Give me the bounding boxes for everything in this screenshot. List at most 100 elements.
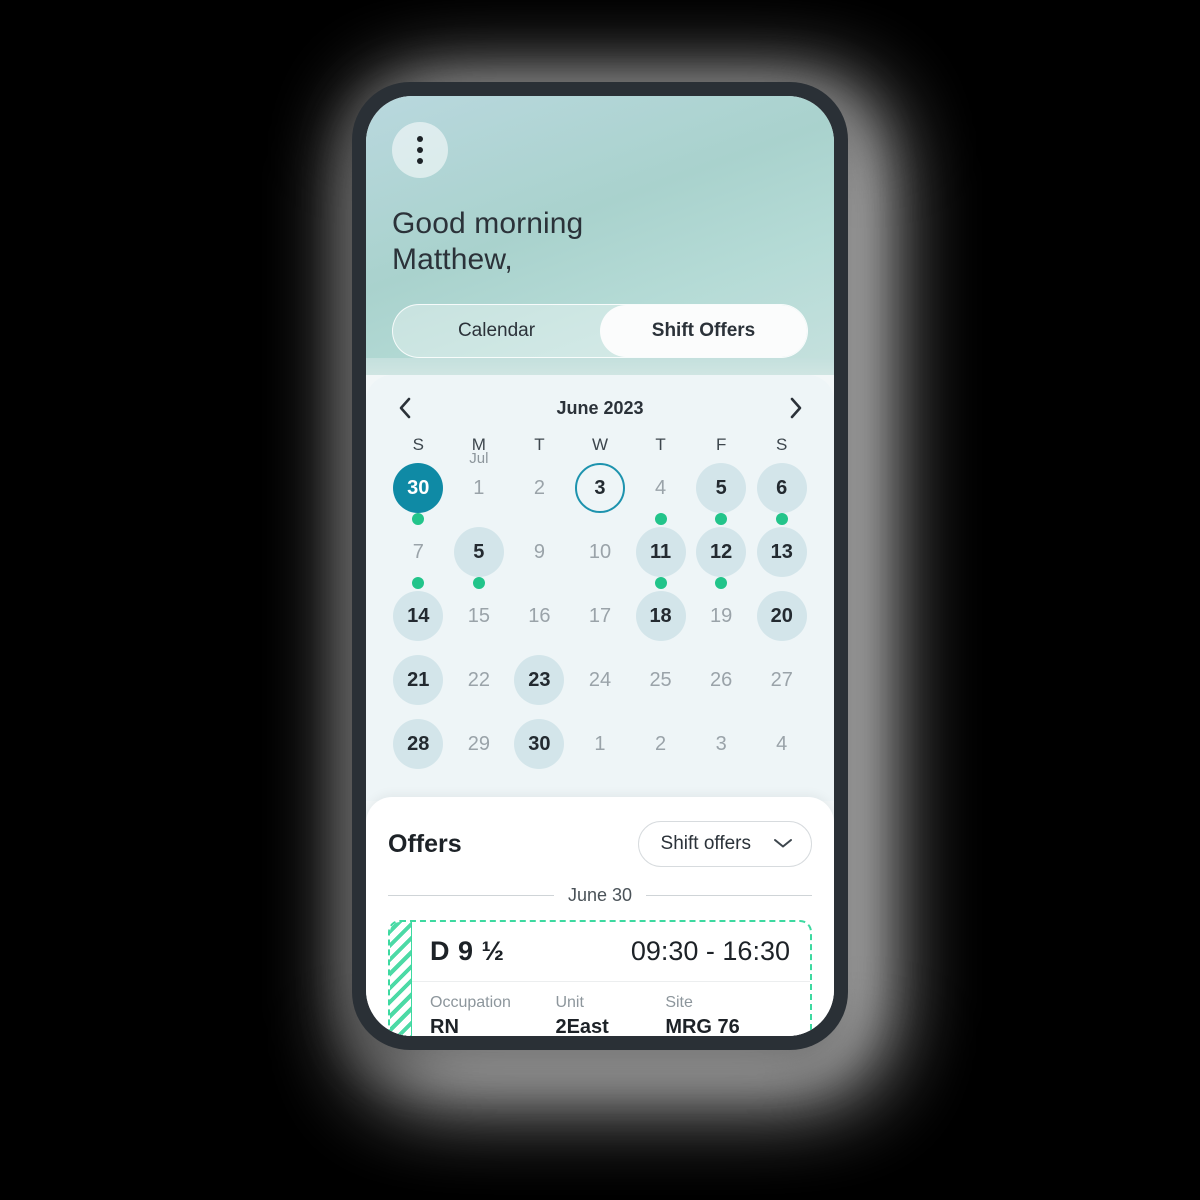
calendar-grid: 30 Jul 1 2 3 4 5 6 7 5 9 10 11 12 13 14 15 16 17 18 19 20 21 22… [388,450,812,783]
offer-unit-label: Unit [555,994,584,1012]
calendar-day-cell[interactable]: 21 [388,655,449,719]
calendar-day-cell[interactable]: 25 [630,655,691,719]
date-separator: June 30 [366,885,834,906]
calendar-day-event-dot [412,513,425,526]
calendar-day-cell[interactable]: 13 [751,527,812,591]
offer-site-value: MRG 76 [665,1016,740,1036]
weekday-label: T [655,435,666,455]
calendar-day-number: 26 [710,668,733,691]
offer-card-body: D 9 ½ 09:30 - 16:30 Occupation RN Unit 2… [390,922,810,1036]
greeting-line-2: Matthew, [392,243,513,276]
calendar-day-cell[interactable]: 5 [449,527,510,591]
calendar-day-cell[interactable]: 28 [388,719,449,783]
calendar-day-cell[interactable]: 4 [751,719,812,783]
calendar-day-cell[interactable]: 30 [388,463,449,527]
calendar-day-cell[interactable]: 15 [449,591,510,655]
calendar-day-cell[interactable]: 9 [509,527,570,591]
offer-unit-value: 2East [555,1016,609,1036]
weekday-header-row: SMTWTFS [388,431,812,463]
calendar-day-number: 30 [393,463,444,526]
calendar-day-number: 15 [467,604,490,627]
calendar-day-event-dot [654,513,667,526]
calendar-day-cell[interactable]: 1 [570,719,631,783]
calendar-week-row: 21 22 23 24 25 26 27 [388,655,812,719]
offers-title: Offers [388,829,462,858]
calendar-day-cell[interactable]: Jul 1 [449,450,510,527]
calendar-day-number: 27 [770,668,793,691]
calendar-day-cell[interactable]: 3 [691,719,752,783]
calendar-day-cell[interactable]: 26 [691,655,752,719]
kebab-menu-icon[interactable] [392,122,448,178]
calendar-day-number: 19 [710,604,733,627]
calendar-day-cell[interactable]: 18 [630,591,691,655]
chevron-down-icon [773,833,793,855]
tab-calendar[interactable]: Calendar [393,305,600,357]
offer-occupation-value: RN [430,1016,459,1036]
app-header: Good morning Matthew, Calendar Shift Off… [366,96,834,358]
calendar-day-cell[interactable]: 2 [630,719,691,783]
calendar-day-cell[interactable]: 3 [570,463,631,527]
weekday-label: F [715,435,727,455]
calendar-day-cell[interactable]: 20 [751,591,812,655]
calendar-day-cell[interactable]: 5 [691,463,752,527]
offers-filter-value: Shift offers [660,833,751,855]
calendar-day-cell[interactable]: 6 [751,463,812,527]
calendar-day-cell[interactable]: 11 [630,527,691,591]
calendar-day-cell[interactable]: 2 [509,463,570,527]
calendar-day-number: 7 [393,527,443,590]
calendar-day-number: 21 [393,655,444,706]
phone-screen: Good morning Matthew, Calendar Shift Off… [366,96,834,1036]
calendar-day-number: 3 [715,732,727,755]
calendar-card: June 2023 SMTWTFS 30 Jul 1 2 3 4 5 6 7 5 9 10 11 12 13… [366,375,834,802]
calendar-day-cell[interactable]: 19 [691,591,752,655]
offers-sheet: Offers Shift offers June 30 D 9 ½ 09:30 … [366,797,834,1036]
kebab-dot-3 [417,158,423,164]
chevron-left-icon[interactable] [392,395,418,421]
calendar-week-row: 30 Jul 1 2 3 4 5 6 [388,450,812,527]
offer-shift-code: D 9 ½ [430,936,505,967]
calendar-day-cell[interactable]: 10 [570,527,631,591]
calendar-day-number: 22 [467,668,490,691]
separator-line-left [388,895,554,897]
calendar-week-row: 14 15 16 17 18 19 20 [388,591,812,655]
calendar-day-cell[interactable]: 22 [449,655,510,719]
offers-header: Offers Shift offers [366,807,834,883]
calendar-day-number: 29 [467,732,490,755]
calendar-day-cell[interactable]: 17 [570,591,631,655]
offer-card[interactable]: D 9 ½ 09:30 - 16:30 Occupation RN Unit 2… [388,920,812,1036]
offers-filter-dropdown[interactable]: Shift offers [637,821,812,868]
calendar-day-cell[interactable]: 29 [449,719,510,783]
calendar-day-number: 24 [588,668,612,691]
calendar-day-number: 3 [574,463,625,514]
kebab-dot-1 [417,136,423,142]
weekday-label: T [534,435,545,455]
calendar-day-cell[interactable]: 23 [509,655,570,719]
calendar-day-cell[interactable]: 27 [751,655,812,719]
calendar-day-cell[interactable]: 30 [509,719,570,783]
offer-stripe-indicator [390,922,412,1036]
segmented-tabs: Calendar Shift Offers [392,304,808,358]
calendar-day-cell[interactable]: 12 [691,527,752,591]
greeting-line-1: Good morning [392,207,584,240]
screenshot-stage: Good morning Matthew, Calendar Shift Off… [0,0,1200,1200]
calendar-day-number: 16 [528,604,551,627]
offer-time-range: 09:30 - 16:30 [630,936,790,967]
calendar-day-event-dot [412,577,425,590]
calendar-day-cell[interactable]: 4 [630,463,691,527]
tab-shift-offers[interactable]: Shift Offers [600,305,807,357]
calendar-week-row: 7 5 9 10 11 12 13 [388,527,812,591]
calendar-day-cell[interactable]: 24 [570,655,631,719]
calendar-day-cell[interactable]: 14 [388,591,449,655]
calendar-day-number: 2 [533,476,545,499]
calendar-month-title: June 2023 [556,397,644,418]
calendar-day-event-dot [715,577,728,590]
calendar-day-event-dot [775,513,788,526]
calendar-day-number: 30 [514,719,565,770]
calendar-day-cell[interactable]: 7 [388,527,449,591]
greeting: Good morning Matthew, [392,206,808,278]
phone-frame: Good morning Matthew, Calendar Shift Off… [352,82,848,1050]
chevron-right-icon[interactable] [782,395,808,421]
offer-details-row: Occupation RN Unit 2East Site MRG 76 [412,982,810,1036]
calendar-day-number: 2 [655,732,667,755]
calendar-day-cell[interactable]: 16 [509,591,570,655]
